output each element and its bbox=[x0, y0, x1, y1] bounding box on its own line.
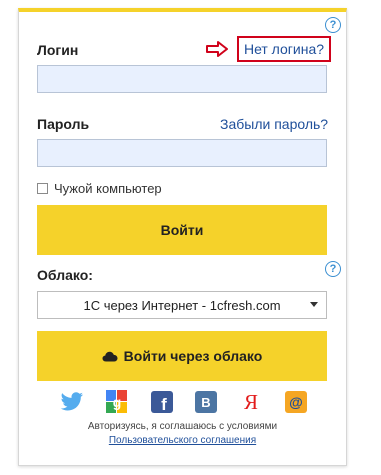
yandex-icon[interactable]: Я bbox=[238, 389, 264, 415]
mailru-icon[interactable]: @ bbox=[283, 389, 309, 415]
cloud-label: Облако: bbox=[37, 267, 93, 283]
login-label: Логин bbox=[37, 42, 79, 58]
cloud-login-button[interactable]: Войти через облако bbox=[37, 331, 327, 381]
no-login-highlight: Нет логина? bbox=[237, 36, 331, 62]
cloud-help-icon[interactable]: ? bbox=[325, 261, 341, 277]
svg-text:@: @ bbox=[289, 394, 303, 410]
svg-text:Я: Я bbox=[244, 391, 258, 413]
vk-icon[interactable]: В bbox=[193, 389, 219, 415]
agreement-text: Авторизуясь, я соглашаюсь с условиями bbox=[87, 421, 278, 432]
svg-text:В: В bbox=[202, 395, 211, 410]
cloud-icon bbox=[102, 351, 118, 361]
google-icon[interactable]: g bbox=[104, 389, 130, 415]
social-icons: g f В Я @ bbox=[59, 389, 309, 415]
remember-checkbox[interactable] bbox=[37, 183, 48, 194]
facebook-icon[interactable]: f bbox=[149, 389, 175, 415]
remember-row: Чужой компьютер bbox=[37, 181, 162, 196]
twitter-icon[interactable] bbox=[59, 389, 85, 415]
help-icon[interactable]: ? bbox=[325, 17, 341, 33]
cloud-select[interactable]: 1С через Интернет - 1cfresh.com bbox=[37, 291, 327, 319]
svg-text:f: f bbox=[161, 395, 167, 413]
arrow-right-icon bbox=[206, 41, 228, 57]
chevron-down-icon bbox=[310, 302, 318, 307]
login-input[interactable] bbox=[37, 65, 327, 93]
cloud-select-value: 1С через Интернет - 1cfresh.com bbox=[83, 297, 281, 313]
password-input[interactable] bbox=[37, 139, 327, 167]
no-login-link[interactable]: Нет логина? bbox=[244, 41, 324, 57]
login-button-label: Войти bbox=[160, 222, 204, 238]
login-card: ? Логин Нет логина? Пароль Забыли пароль… bbox=[18, 8, 347, 466]
login-button[interactable]: Войти bbox=[37, 205, 327, 255]
remember-label: Чужой компьютер bbox=[54, 181, 162, 196]
agreement-link[interactable]: Пользовательского соглашения bbox=[19, 435, 346, 446]
svg-text:g: g bbox=[113, 394, 122, 410]
forgot-password-link[interactable]: Забыли пароль? bbox=[220, 116, 328, 132]
cloud-login-button-label: Войти через облако bbox=[123, 348, 263, 364]
password-label: Пароль bbox=[37, 116, 90, 132]
